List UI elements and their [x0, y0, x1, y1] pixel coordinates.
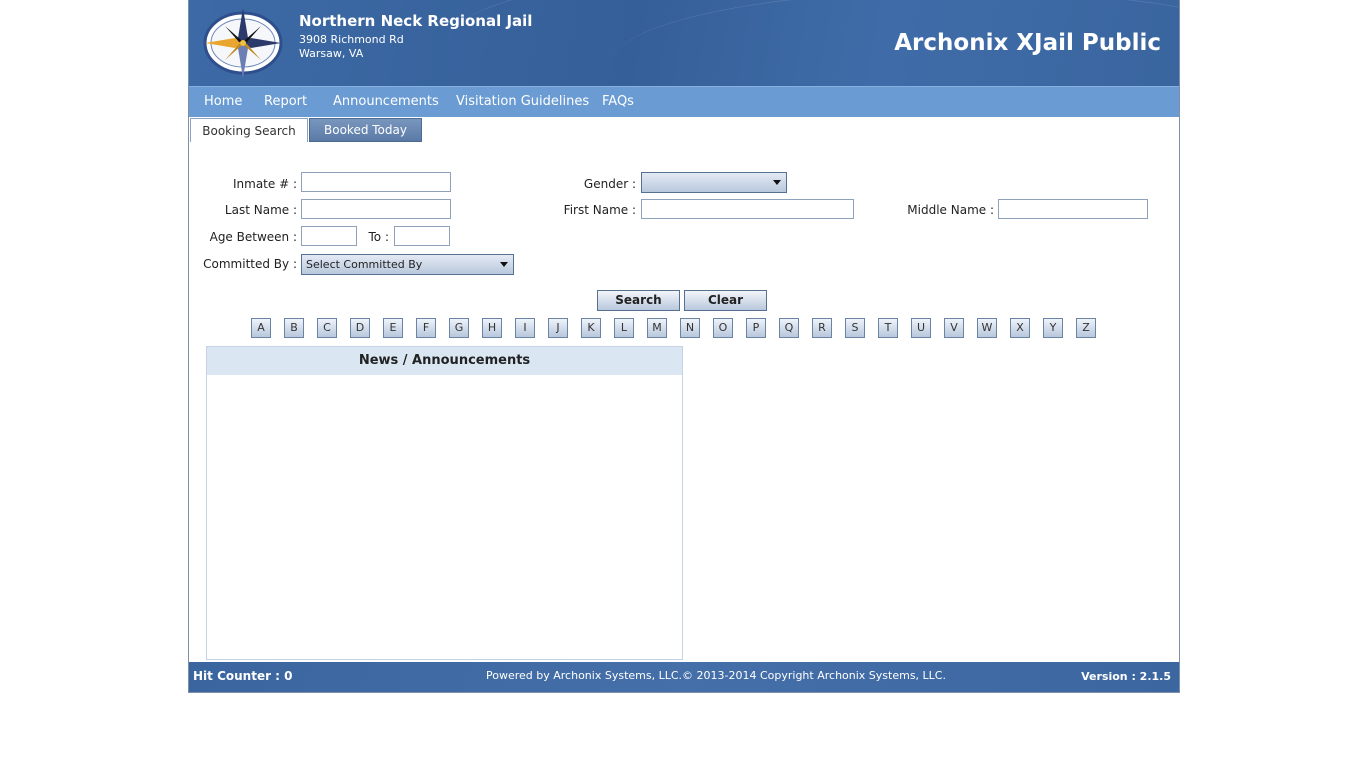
letter-button-h[interactable]: H: [482, 318, 502, 338]
letter-button-v[interactable]: V: [944, 318, 964, 338]
age-from-input[interactable]: [301, 226, 357, 246]
news-panel-body: [207, 375, 682, 659]
letter-button-l[interactable]: L: [614, 318, 634, 338]
first-name-input[interactable]: [641, 199, 854, 219]
tab-booking-search[interactable]: Booking Search: [190, 118, 308, 142]
letter-button-i[interactable]: I: [515, 318, 535, 338]
inmate-number-input[interactable]: [301, 172, 451, 192]
letter-button-b[interactable]: B: [284, 318, 304, 338]
letter-button-n[interactable]: N: [680, 318, 700, 338]
letter-button-q[interactable]: Q: [779, 318, 799, 338]
age-to-label: To :: [368, 230, 390, 244]
letter-button-z[interactable]: Z: [1076, 318, 1096, 338]
committed-by-select-value: Select Committed By: [306, 258, 423, 271]
letter-button-a[interactable]: A: [251, 318, 271, 338]
age-to-input[interactable]: [394, 226, 450, 246]
letter-button-j[interactable]: J: [548, 318, 568, 338]
letter-button-u[interactable]: U: [911, 318, 931, 338]
chevron-down-icon: [500, 262, 508, 267]
first-name-label: First Name :: [563, 203, 636, 217]
committed-by-select[interactable]: Select Committed By: [301, 254, 514, 275]
jail-name: Northern Neck Regional Jail: [299, 12, 533, 30]
middle-name-input[interactable]: [998, 199, 1148, 219]
search-button[interactable]: Search: [597, 290, 680, 311]
nav-report[interactable]: Report: [264, 94, 307, 109]
news-panel-title: News / Announcements: [207, 347, 682, 375]
inmate-number-label: Inmate # :: [232, 177, 297, 191]
jail-seal-logo: [203, 8, 283, 78]
footer-bar: Hit Counter : 0 Powered by Archonix Syst…: [189, 662, 1179, 692]
nav-faqs[interactable]: FAQs: [602, 94, 634, 109]
chevron-down-icon: [773, 180, 781, 185]
gender-select[interactable]: [641, 172, 787, 193]
hit-counter: Hit Counter : 0: [193, 669, 293, 683]
alphabet-filter: A B C D E F G H I J K L M N O P Q R S T …: [251, 318, 1111, 340]
clear-button[interactable]: Clear: [684, 290, 767, 311]
copyright-text: Powered by Archonix Systems, LLC.© 2013-…: [486, 669, 946, 682]
letter-button-m[interactable]: M: [647, 318, 667, 338]
gender-label: Gender :: [583, 177, 636, 191]
jail-address-line2: Warsaw, VA: [299, 47, 364, 60]
letter-button-y[interactable]: Y: [1043, 318, 1063, 338]
middle-name-label: Middle Name :: [907, 203, 994, 217]
nav-home[interactable]: Home: [204, 94, 242, 109]
letter-button-o[interactable]: O: [713, 318, 733, 338]
tab-booked-today[interactable]: Booked Today: [309, 118, 422, 142]
letter-button-g[interactable]: G: [449, 318, 469, 338]
letter-button-d[interactable]: D: [350, 318, 370, 338]
committed-by-label: Committed By :: [203, 257, 297, 271]
letter-button-s[interactable]: S: [845, 318, 865, 338]
header-banner: Northern Neck Regional Jail 3908 Richmon…: [189, 0, 1179, 86]
nav-announcements[interactable]: Announcements: [333, 94, 439, 109]
letter-button-x[interactable]: X: [1010, 318, 1030, 338]
letter-button-p[interactable]: P: [746, 318, 766, 338]
page-container: Northern Neck Regional Jail 3908 Richmon…: [188, 0, 1180, 693]
letter-button-f[interactable]: F: [416, 318, 436, 338]
version-label: Version : 2.1.5: [1081, 670, 1171, 683]
age-between-label: Age Between :: [209, 230, 297, 244]
letter-button-r[interactable]: R: [812, 318, 832, 338]
news-panel: News / Announcements: [206, 346, 683, 660]
last-name-label: Last Name :: [224, 203, 297, 217]
main-nav: Home Report Announcements Visitation Gui…: [189, 86, 1179, 117]
app-title: Archonix XJail Public: [894, 30, 1161, 56]
last-name-input[interactable]: [301, 199, 451, 219]
letter-button-c[interactable]: C: [317, 318, 337, 338]
jail-address-line1: 3908 Richmond Rd: [299, 33, 404, 46]
letter-button-w[interactable]: W: [977, 318, 997, 338]
letter-button-e[interactable]: E: [383, 318, 403, 338]
nav-visitation-guidelines[interactable]: Visitation Guidelines: [456, 94, 589, 109]
letter-button-t[interactable]: T: [878, 318, 898, 338]
tab-bar: Booking Search Booked Today: [189, 116, 1179, 142]
letter-button-k[interactable]: K: [581, 318, 601, 338]
